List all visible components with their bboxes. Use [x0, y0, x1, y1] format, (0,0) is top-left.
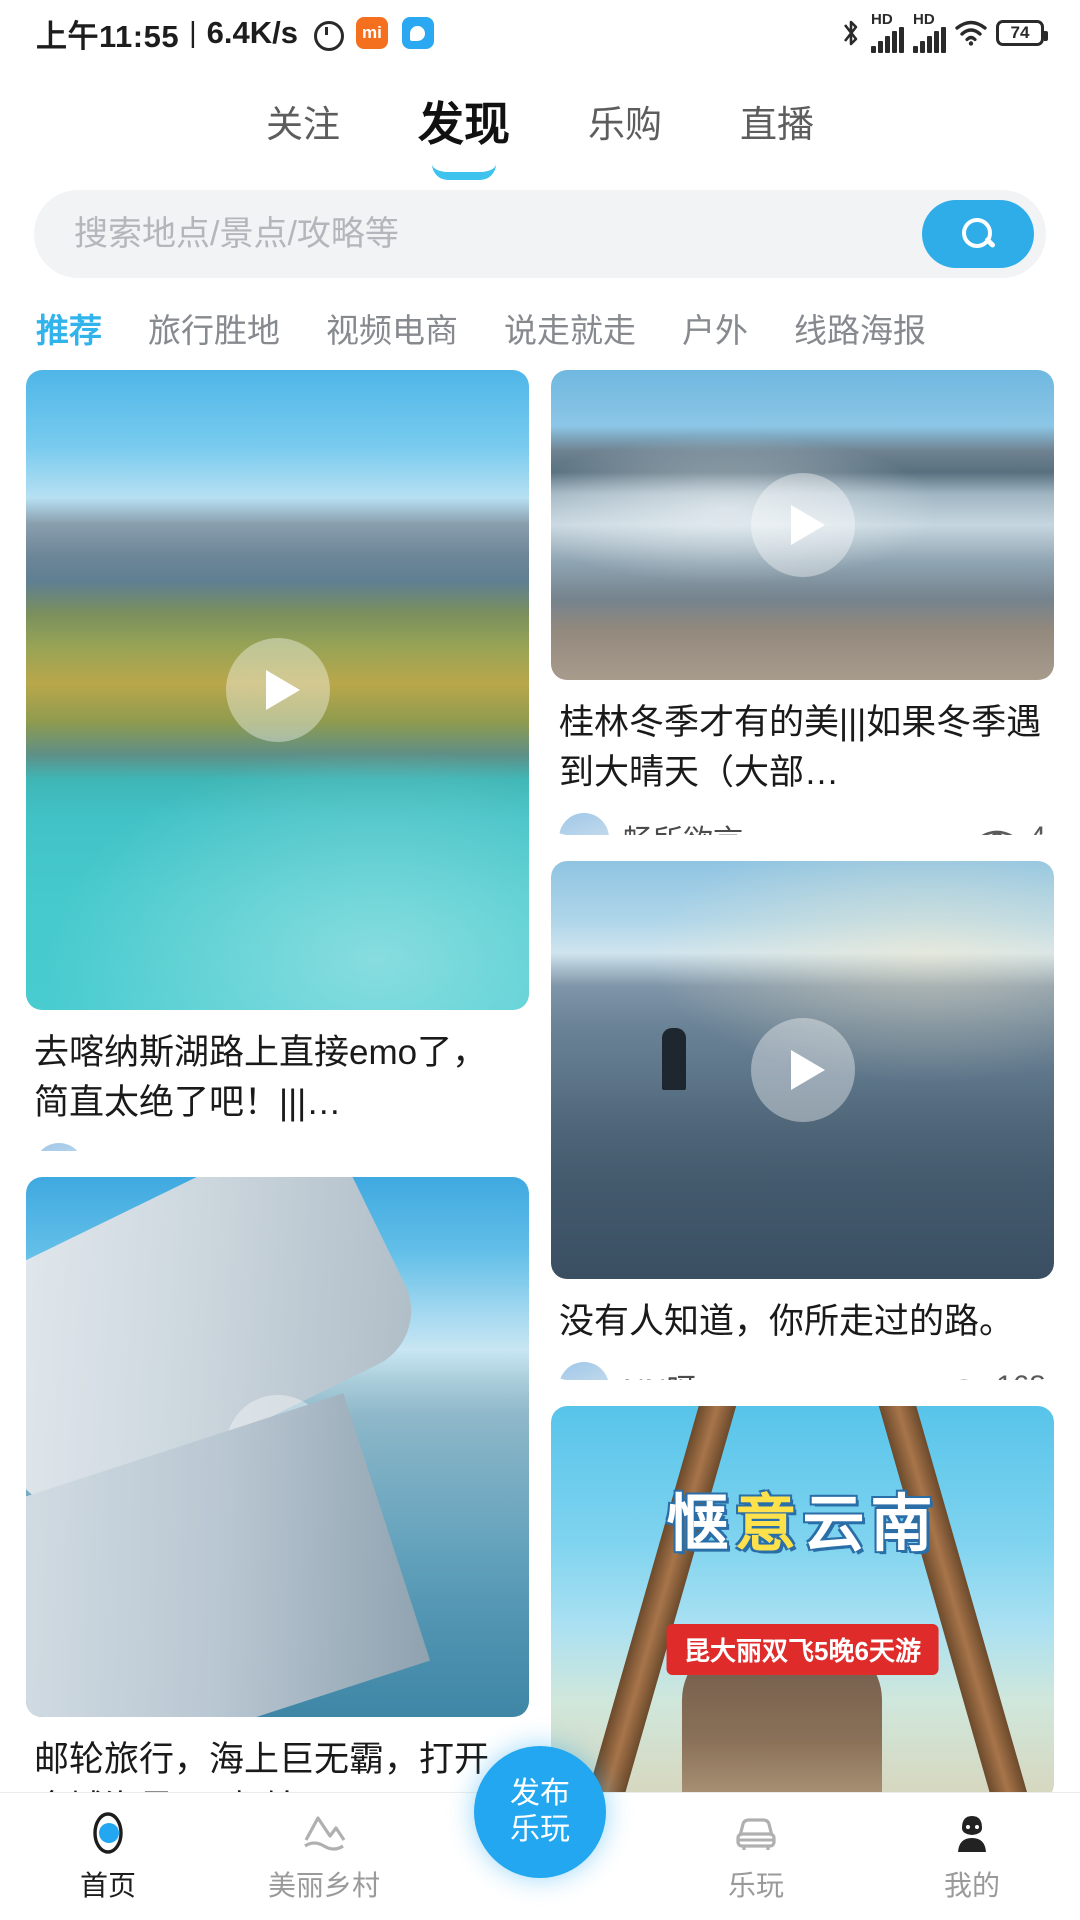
- search-section: [0, 162, 1080, 278]
- poster-title: 惬意云南: [551, 1473, 1054, 1563]
- tab-faxian-label: 发现: [418, 98, 510, 150]
- feed-column-left: 去喀纳斯湖路上直接emo了，简直太绝了吧！|||… Y赤马旅行: [26, 370, 529, 1800]
- nav-label-lewan: 乐玩: [728, 1864, 784, 1904]
- nav-label-village: 美丽乡村: [268, 1864, 380, 1904]
- poster-title-part1: 惬: [666, 1490, 734, 1559]
- avatar-person-icon: [946, 1810, 998, 1856]
- avatar: [559, 813, 609, 834]
- card-author[interactable]: 畅所欲言: [559, 813, 743, 834]
- avatar: [559, 1362, 609, 1380]
- category-filter-row[interactable]: 推荐 旅行胜地 视频电商 说走就走 户外 线路海报: [0, 278, 1080, 370]
- play-icon[interactable]: [751, 1018, 855, 1122]
- hd-label-1: HD: [871, 13, 893, 26]
- poster-frame-right: [873, 1406, 1054, 1800]
- tab-guanzhu[interactable]: 关注: [266, 94, 340, 148]
- poster-title-part3: 云南: [803, 1490, 939, 1559]
- tab-faxian[interactable]: 发现: [418, 88, 510, 154]
- view-count: 168: [996, 1370, 1046, 1380]
- search-button[interactable]: [922, 200, 1034, 268]
- top-tab-bar: 关注 发现 乐购 直播: [0, 66, 1080, 162]
- card-views: 4: [977, 821, 1046, 834]
- poster-subtitle: 昆大丽双飞5晚6天游: [666, 1624, 939, 1675]
- home-planet-icon: [82, 1810, 134, 1856]
- feed-card[interactable]: 没有人知道，你所走过的路。 NN呀 168: [551, 861, 1054, 1381]
- status-bar: 上午11:55 | 6.4K/s mi HD HD: [0, 0, 1080, 66]
- card-meta: Y赤马旅行 25: [26, 1127, 529, 1150]
- card-meta: 畅所欲言 4: [551, 797, 1054, 834]
- alarm-icon: [312, 18, 342, 48]
- tab-zhibo[interactable]: 直播: [740, 94, 814, 148]
- nav-item-village[interactable]: 美丽乡村: [216, 1810, 432, 1904]
- card-author[interactable]: NN呀: [559, 1362, 696, 1380]
- tab-legou[interactable]: 乐购: [588, 94, 662, 148]
- nav-item-mine[interactable]: 我的: [864, 1810, 1080, 1904]
- card-thumbnail[interactable]: 惬意云南 昆大丽双飞5晚6天游: [551, 1406, 1054, 1800]
- feed-card[interactable]: 邮轮旅行，海上巨无霸，打开全域海景。#邮轮 #…: [26, 1177, 529, 1800]
- category-lvxingshengdi[interactable]: 旅行胜地: [148, 304, 280, 352]
- signal-2-icon: HD: [913, 13, 946, 53]
- content-feed: 去喀纳斯湖路上直接emo了，简直太绝了吧！|||… Y赤马旅行: [0, 370, 1080, 1800]
- nav-item-lewan[interactable]: 乐玩: [648, 1810, 864, 1904]
- card-title: 没有人知道，你所走过的路。: [551, 1279, 1054, 1347]
- avatar: [34, 1143, 84, 1150]
- author-name: NN呀: [623, 1365, 696, 1380]
- status-separator: |: [189, 17, 197, 50]
- card-title: 桂林冬季才有的美|||如果冬季遇到大晴天（大部…: [551, 680, 1054, 797]
- category-huwai[interactable]: 户外: [682, 304, 748, 352]
- feed-card[interactable]: 桂林冬季才有的美|||如果冬季遇到大晴天（大部… 畅所欲言 4: [551, 370, 1054, 835]
- battery-icon: 74: [996, 20, 1044, 46]
- mountain-icon: [298, 1810, 350, 1856]
- status-bar-right: HD HD 74: [840, 13, 1044, 53]
- play-icon[interactable]: [226, 638, 330, 742]
- card-thumbnail[interactable]: [26, 1177, 529, 1717]
- search-bar[interactable]: [34, 190, 1046, 278]
- nav-label-mine: 我的: [944, 1864, 1000, 1904]
- mi-app-icon: mi: [356, 17, 388, 49]
- feed-card[interactable]: 去喀纳斯湖路上直接emo了，简直太绝了吧！|||… Y赤马旅行: [26, 370, 529, 1151]
- card-views: 168: [944, 1370, 1046, 1380]
- battery-level: 74: [1011, 23, 1030, 43]
- author-name: 畅所欲言: [623, 816, 743, 834]
- eye-icon: [977, 825, 1017, 834]
- feed-column-right: 桂林冬季才有的美|||如果冬季遇到大晴天（大部… 畅所欲言 4: [551, 370, 1054, 1800]
- category-xianluhaibao[interactable]: 线路海报: [794, 304, 926, 352]
- view-count: 4: [1029, 821, 1046, 834]
- signal-1-icon: HD: [871, 13, 904, 53]
- category-tuijian[interactable]: 推荐: [36, 304, 102, 352]
- card-title: 去喀纳斯湖路上直接emo了，简直太绝了吧！|||…: [26, 1010, 529, 1127]
- nav-label-home: 首页: [80, 1864, 136, 1904]
- poster-title-part2: 意: [734, 1490, 802, 1559]
- status-network-speed: 6.4K/s: [207, 15, 298, 51]
- wifi-icon: [955, 20, 987, 46]
- feed-card[interactable]: 惬意云南 昆大丽双飞5晚6天游: [551, 1406, 1054, 1800]
- card-author[interactable]: Y赤马旅行: [34, 1143, 238, 1150]
- card-meta: NN呀 168: [551, 1346, 1054, 1380]
- bottom-navigation-bar: 首页 美丽乡村 乐玩: [0, 1792, 1080, 1920]
- status-time: 上午11:55: [36, 11, 179, 56]
- category-shipindianshang[interactable]: 视频电商: [326, 304, 458, 352]
- play-icon[interactable]: [751, 473, 855, 577]
- nav-item-home[interactable]: 首页: [0, 1810, 216, 1904]
- tab-active-indicator: [432, 164, 496, 180]
- app-screen: 上午11:55 | 6.4K/s mi HD HD: [0, 0, 1080, 1920]
- hd-label-2: HD: [913, 13, 935, 26]
- play-icon[interactable]: [226, 1395, 330, 1499]
- messaging-app-icon: [402, 17, 434, 49]
- card-thumbnail[interactable]: [551, 370, 1054, 680]
- search-input[interactable]: [74, 215, 922, 254]
- publish-label-line1: 发布: [510, 1777, 570, 1811]
- author-name: Y赤马旅行: [98, 1146, 238, 1150]
- card-thumbnail[interactable]: [26, 370, 529, 1010]
- card-thumbnail[interactable]: [551, 861, 1054, 1279]
- bluetooth-icon: [840, 18, 862, 48]
- car-icon: [730, 1810, 782, 1856]
- publish-label-line2: 乐玩: [510, 1813, 570, 1847]
- category-shuozoujiuzou[interactable]: 说走就走: [504, 304, 636, 352]
- search-icon: [960, 216, 996, 252]
- publish-button[interactable]: 发布 乐玩: [474, 1746, 606, 1878]
- eye-icon: [944, 1374, 984, 1380]
- status-bar-left: 上午11:55 | 6.4K/s mi: [36, 11, 434, 56]
- card-title: 邮轮旅行，海上巨无霸，打开全域海景。#邮轮 #…: [26, 1717, 529, 1800]
